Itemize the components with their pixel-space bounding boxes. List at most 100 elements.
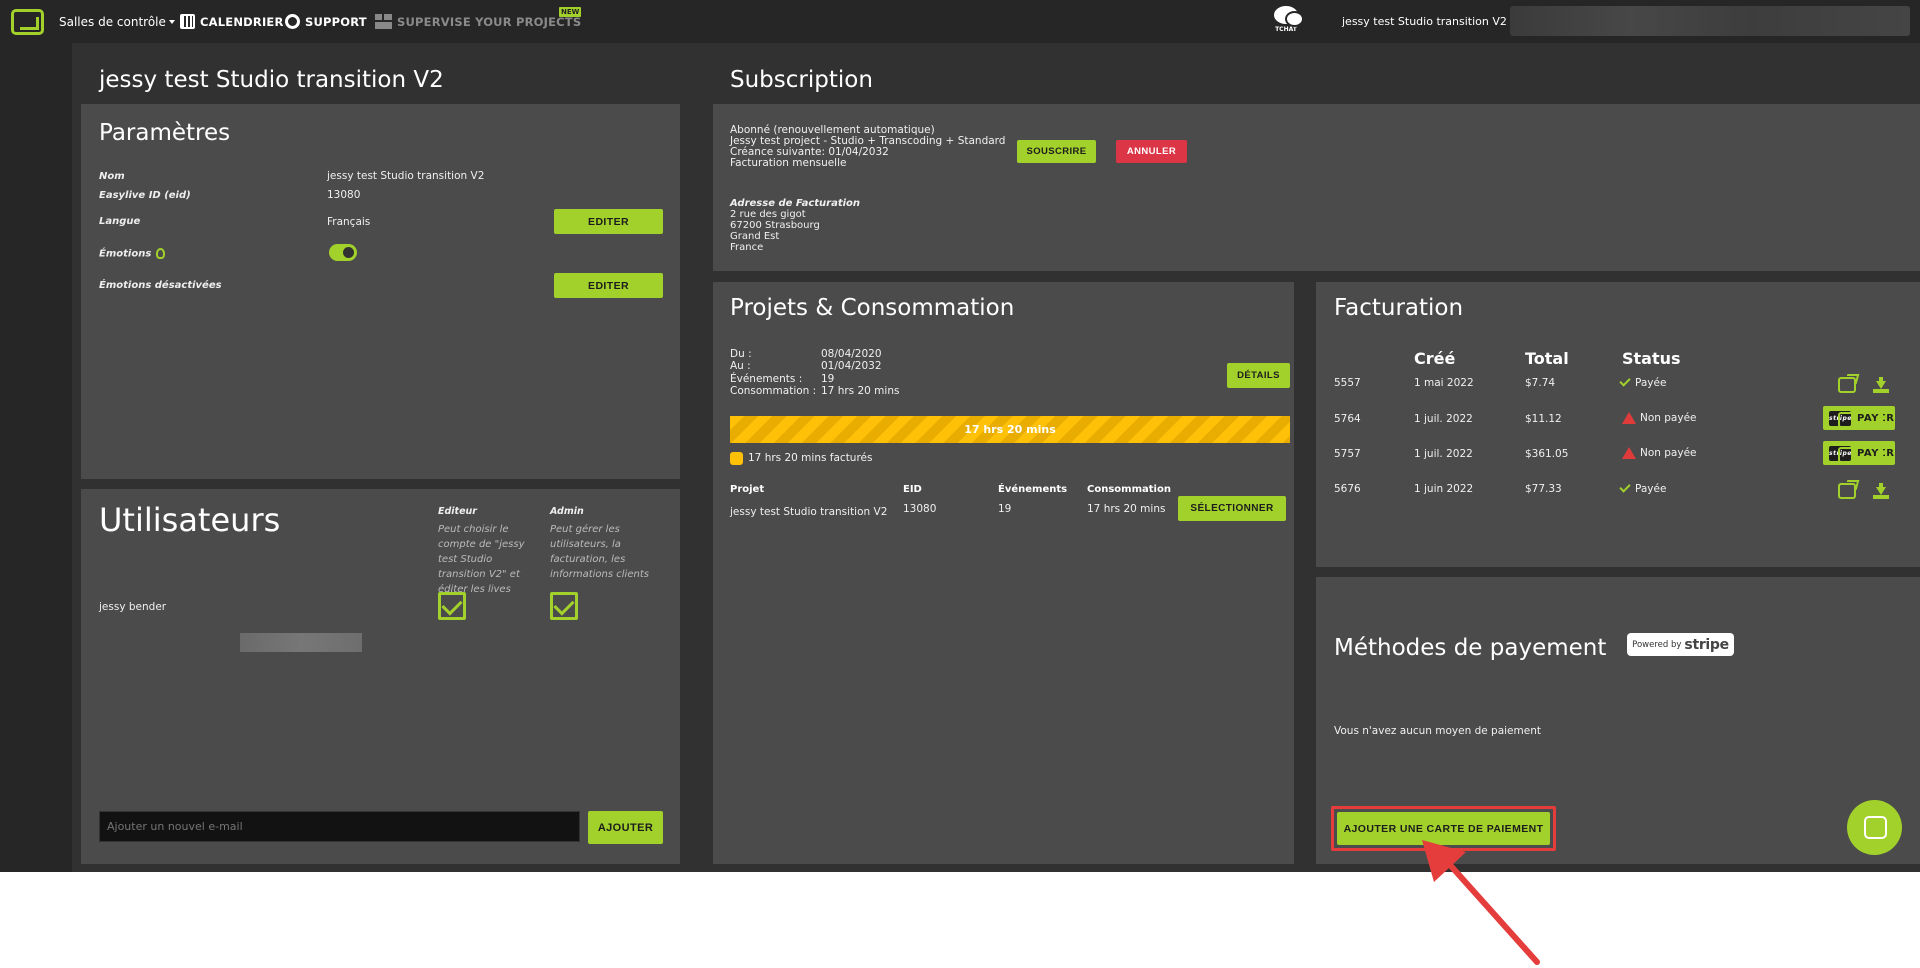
annuler-button[interactable]: ANNULER <box>1116 140 1187 163</box>
lightbulb-icon <box>156 248 166 259</box>
invoice-date: 1 juil. 2022 <box>1414 448 1473 460</box>
warning-icon <box>1622 412 1636 424</box>
red-arrow-annotation <box>1422 840 1540 965</box>
au-value: 01/04/2032 <box>821 359 882 372</box>
souscrire-button[interactable]: SOUSCRIRE <box>1017 140 1096 163</box>
main-content: jessy test Studio transition V2 Paramètr… <box>72 43 1920 872</box>
account-name: jessy test Studio transition V2 <box>1342 15 1507 28</box>
editeur-checkbox[interactable] <box>438 592 466 620</box>
langue-label: Langue <box>99 216 141 227</box>
address-line-1: 2 rue des gigot <box>730 209 806 220</box>
address-line-3: Grand Est <box>730 231 780 242</box>
billing-address-label: Adresse de Facturation <box>730 198 861 209</box>
invoice-id: 5676 <box>1334 483 1361 495</box>
parametres-panel: Paramètres Nom jessy test Studio transit… <box>81 104 680 479</box>
logo-icon[interactable] <box>11 9 44 35</box>
blurred-region <box>1510 6 1910 36</box>
chat-launcher-icon[interactable] <box>1847 800 1902 855</box>
col-evenements: Événements <box>998 484 1068 495</box>
projets-title: Projets & Consommation <box>730 295 1015 321</box>
download-icon[interactable] <box>1873 447 1889 463</box>
tchat-button[interactable]: TCHAT <box>1272 6 1304 33</box>
invoice-total: $77.33 <box>1525 483 1562 495</box>
chat-bubbles-icon <box>1274 6 1304 27</box>
projets-panel: Projets & Consommation Du : Au : Événeme… <box>713 282 1294 864</box>
emotions-label-row: Émotions <box>99 248 166 260</box>
au-label: Au : <box>730 359 751 372</box>
address-line-4: France <box>730 242 764 253</box>
invoice-total: $7.74 <box>1525 377 1556 389</box>
warning-icon <box>1622 447 1636 459</box>
col-consommation: Consommation <box>1087 484 1171 495</box>
legend-label: 17 hrs 20 mins facturés <box>748 452 873 464</box>
nav-supervise[interactable]: SUPERVISE YOUR PROJECTS <box>375 0 581 43</box>
download-icon[interactable] <box>1873 377 1889 393</box>
account-dropdown[interactable]: jessy test Studio transition V2 <box>1342 0 1516 43</box>
parametres-title: Paramètres <box>99 120 231 146</box>
new-email-input[interactable] <box>99 811 580 842</box>
invoice-status-label: Non payée <box>1640 412 1697 424</box>
nom-label: Nom <box>99 171 125 182</box>
invoice-status-label: Payée <box>1635 483 1667 495</box>
subscription-details: Abonné (renouvellement automatique) Jess… <box>730 125 1005 169</box>
editer-emotions-button[interactable]: EDITER <box>554 273 663 298</box>
evenements-value: 19 <box>821 373 835 385</box>
admin-label: Admin <box>550 506 584 517</box>
invoice-date: 1 juin 2022 <box>1414 483 1474 495</box>
tchat-label: TCHAT <box>1275 26 1297 33</box>
nav-support[interactable]: SUPPORT <box>285 0 367 43</box>
salles-dropdown[interactable]: Salles de contrôle <box>59 0 175 43</box>
subscription-panel: Abonné (renouvellement automatique) Jess… <box>713 104 1920 271</box>
invoice-id: 5557 <box>1334 377 1361 389</box>
legend-swatch <box>730 452 743 465</box>
check-icon <box>1619 375 1631 387</box>
emotions-toggle[interactable] <box>329 244 357 261</box>
nav-calendrier[interactable]: CALENDRIER <box>180 0 284 43</box>
caret-down-icon <box>168 19 175 24</box>
col-total: Total <box>1525 349 1569 368</box>
download-icon[interactable] <box>1873 412 1889 428</box>
emotions-label: Émotions <box>99 248 152 260</box>
projets-values: 08/04/2020 01/04/2032 19 17 hrs 20 mins <box>821 348 899 397</box>
share-icon[interactable] <box>1838 483 1856 499</box>
share-icon[interactable] <box>1838 447 1856 463</box>
top-navbar: Salles de contrôle CALENDRIER SUPPORT SU… <box>0 0 1920 43</box>
admin-description: Peut gérer les utilisateurs, la facturat… <box>550 524 649 580</box>
dashboard-icon <box>375 14 392 29</box>
consommation-label: Consommation : <box>730 384 817 397</box>
row-projet: jessy test Studio transition V2 <box>730 506 888 518</box>
admin-checkbox[interactable] <box>550 592 578 620</box>
download-icon[interactable] <box>1873 483 1889 499</box>
calendar-icon <box>180 14 195 29</box>
invoice-status-label: Non payée <box>1640 447 1697 459</box>
row-consommation: 17 hrs 20 mins <box>1087 503 1166 515</box>
details-button[interactable]: DÉTAILS <box>1227 363 1290 388</box>
nav-supervise-label: SUPERVISE YOUR PROJECTS <box>397 14 582 29</box>
powered-by-stripe-badge: Powered by stripe <box>1627 633 1734 656</box>
projets-labels: Du : Au : Événements : Consommation : <box>730 348 817 397</box>
methodes-title: Méthodes de payement <box>1334 635 1607 661</box>
du-value: 08/04/2020 <box>821 348 882 360</box>
subscription-title: Subscription <box>730 67 873 93</box>
nav-support-label: SUPPORT <box>305 14 367 29</box>
share-icon[interactable] <box>1838 412 1856 428</box>
invoice-id: 5757 <box>1334 448 1361 460</box>
consumption-progress-bar: 17 hrs 20 mins <box>730 416 1290 443</box>
no-payment-method-text: Vous n'avez aucun moyen de paiement <box>1334 725 1541 737</box>
powered-by-label: Powered by <box>1632 639 1682 650</box>
ajouter-user-button[interactable]: AJOUTER <box>588 811 663 844</box>
editeur-description: Peut choisir le compte de "jessy test St… <box>438 524 525 595</box>
nom-value: jessy test Studio transition V2 <box>327 170 485 182</box>
utilisateurs-title: Utilisateurs <box>99 501 281 539</box>
col-cree: Créé <box>1414 349 1456 368</box>
row-eid: 13080 <box>903 503 937 515</box>
editer-langue-button[interactable]: EDITER <box>554 209 663 234</box>
invoice-date: 1 juil. 2022 <box>1414 413 1473 425</box>
lifebuoy-icon <box>285 14 300 29</box>
progress-label: 17 hrs 20 mins <box>964 423 1056 436</box>
col-status: Status <box>1622 349 1681 368</box>
selectionner-button[interactable]: SÉLECTIONNER <box>1178 496 1286 521</box>
salles-label: Salles de contrôle <box>59 14 166 29</box>
blurred-email <box>240 633 362 652</box>
share-icon[interactable] <box>1838 377 1856 393</box>
